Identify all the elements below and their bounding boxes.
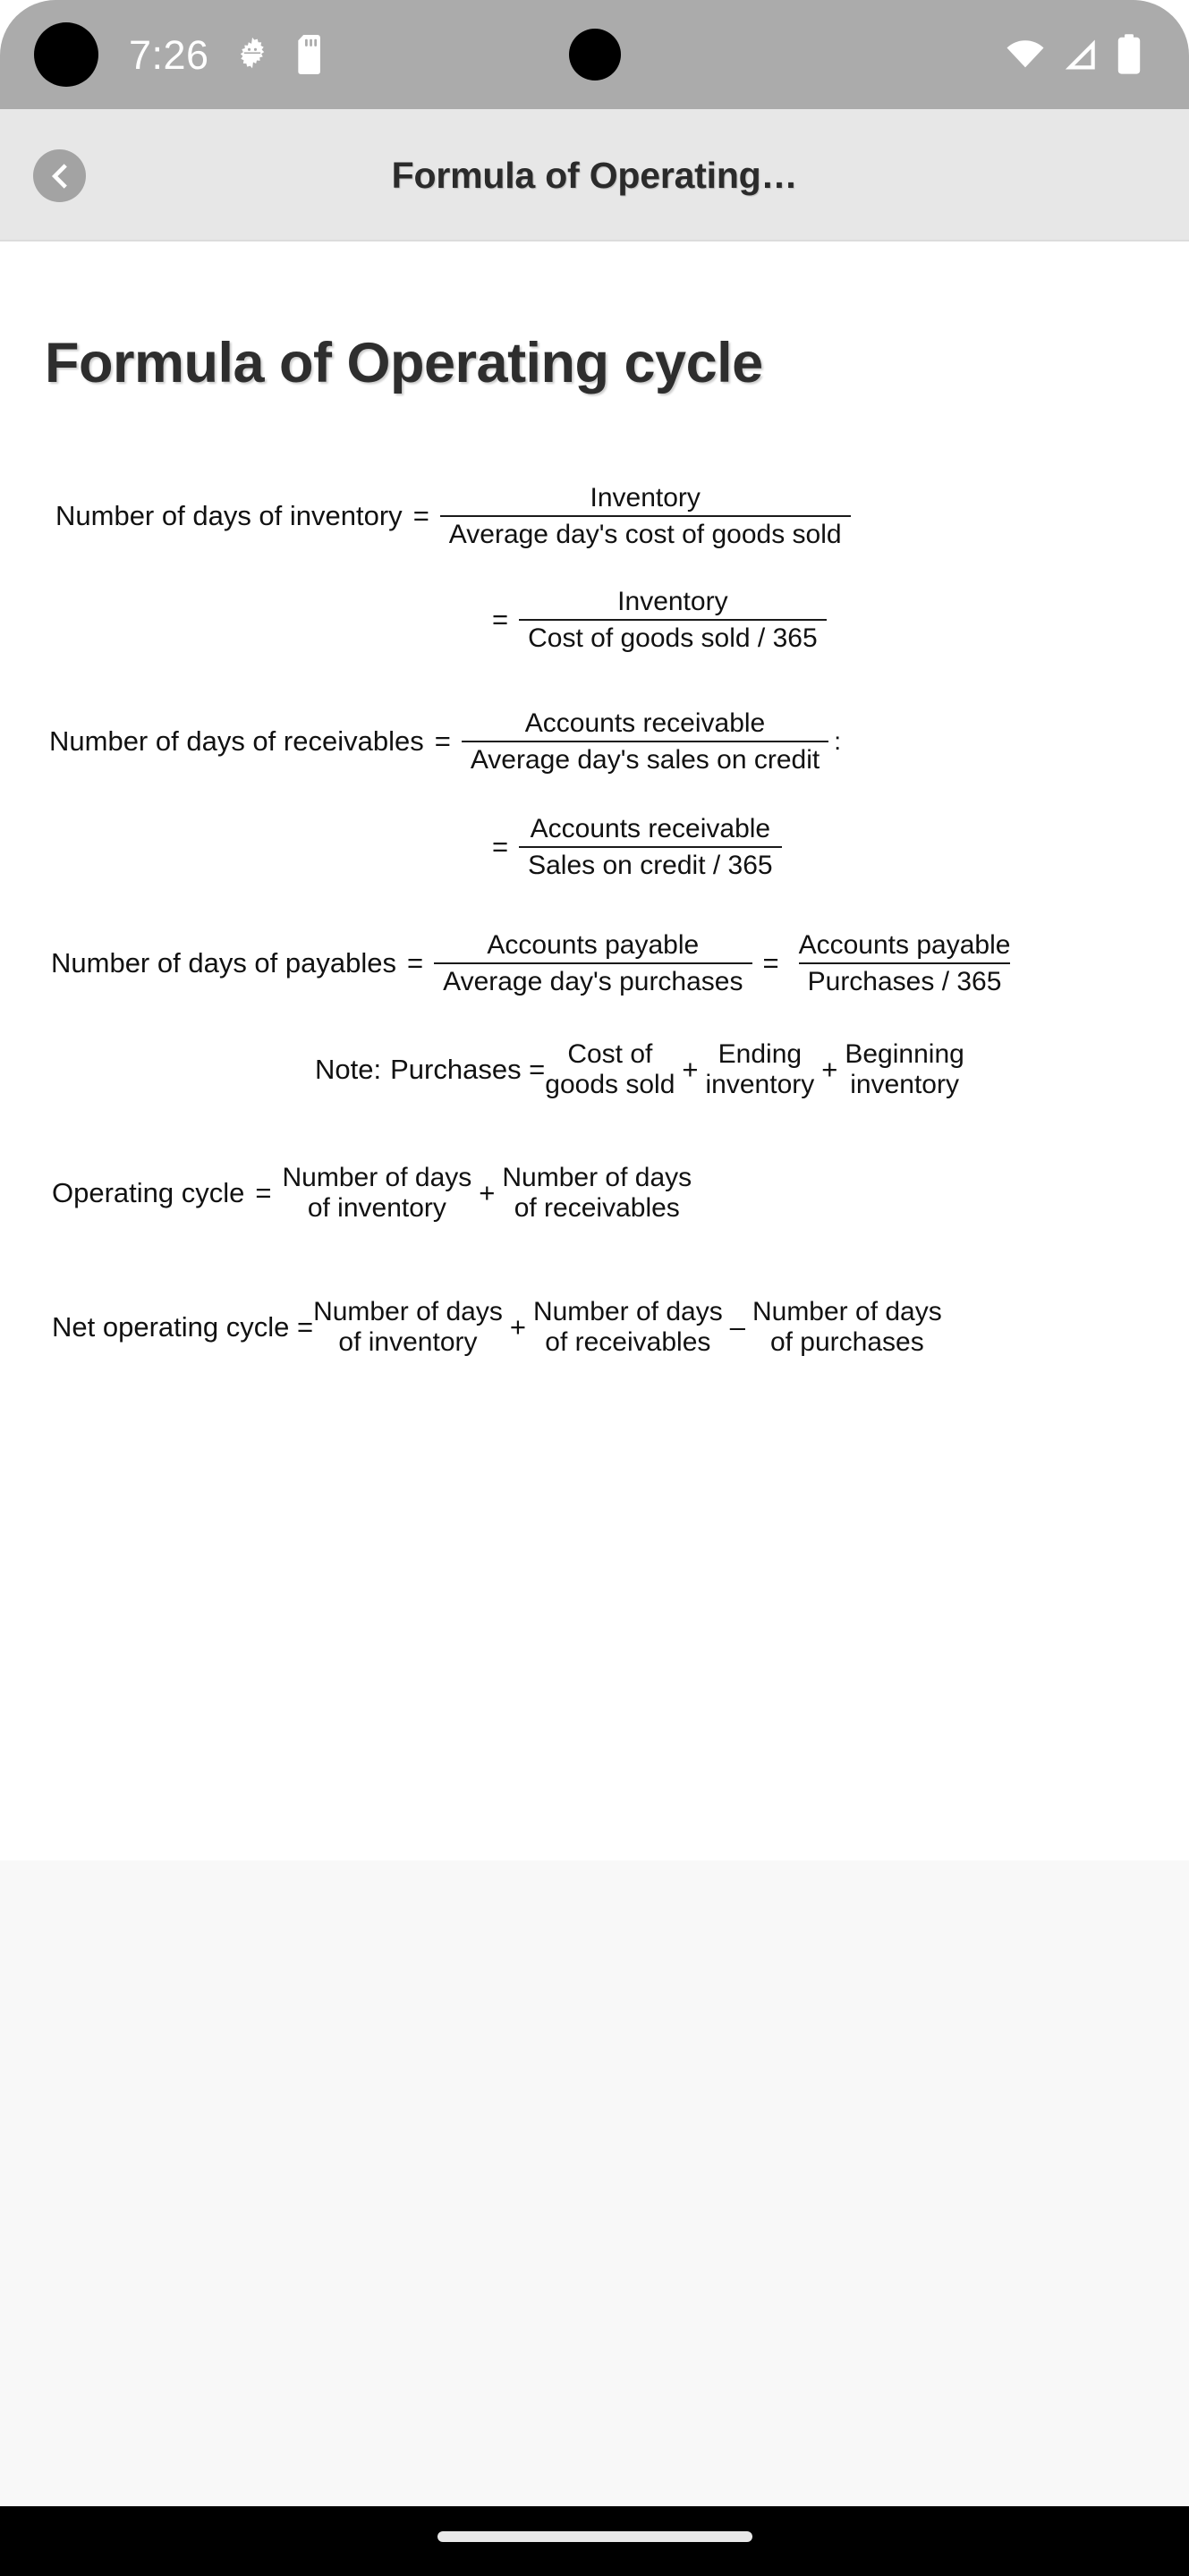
term-days-of-inventory: Number of days of inventory <box>283 1163 472 1224</box>
term-line-1: Number of days <box>282 1163 472 1192</box>
fraction-denominator: Sales on credit / 365 <box>519 845 782 881</box>
system-navigation-bar <box>0 2506 1189 2576</box>
formula-label: Number of days of receivables <box>49 725 424 758</box>
plus-sign: + <box>509 1311 526 1343</box>
equals-sign: = <box>407 947 424 979</box>
fraction-denominator: Average day's sales on credit <box>461 740 829 775</box>
term-days-of-receivables: Number of days of receivables <box>533 1297 723 1358</box>
bottom-empty-panel <box>0 1860 1189 2506</box>
term-line-1: Ending <box>718 1039 803 1069</box>
formula-label: Operating cycle <box>52 1177 245 1209</box>
formula-days-of-receivables-alt: = Accounts receivable Sales on credit / … <box>481 814 1189 880</box>
fraction-denominator: Average day's cost of goods sold <box>439 514 851 550</box>
term-line-1: Number of days <box>502 1163 692 1192</box>
app-bar: Formula of Operating… <box>0 109 1189 242</box>
equals-sign-second: = <box>762 947 779 979</box>
fraction-denominator: Average day's purchases <box>434 962 752 997</box>
term-line-2: of inventory <box>307 1193 446 1224</box>
formula-label: Purchases = <box>390 1054 546 1086</box>
formula-days-of-receivables: Number of days of receivables = Accounts… <box>49 708 1189 775</box>
formula-net-operating-cycle: Net operating cycle = Number of days of … <box>52 1297 1189 1358</box>
term-line-2: inventory <box>705 1070 815 1100</box>
fraction-numerator: Inventory <box>590 483 701 513</box>
battery-icon <box>1117 34 1141 74</box>
fraction-denominator: Purchases / 365 <box>798 962 1011 997</box>
fraction-denominator: Cost of goods sold / 365 <box>519 618 827 654</box>
term-line-2: inventory <box>850 1070 959 1100</box>
formula-label: Number of days of inventory <box>55 500 403 532</box>
plus-sign-second: + <box>821 1054 838 1086</box>
fraction: Accounts receivable Sales on credit / 36… <box>519 814 782 880</box>
fraction: Inventory Average day's cost of goods so… <box>439 483 851 550</box>
fraction-numerator: Accounts payable <box>798 930 1011 960</box>
status-bar: 7:26 <box>0 0 1189 109</box>
status-bar-left-group: 7:26 <box>34 0 327 109</box>
equals-sign: = <box>412 500 429 532</box>
android-debug-icon <box>240 37 264 69</box>
trailing-mark: : <box>834 727 841 756</box>
home-gesture-pill[interactable] <box>437 2531 752 2542</box>
term-line-2: of inventory <box>338 1327 478 1358</box>
formula-label: Number of days of payables <box>51 947 396 979</box>
term-line-1: Beginning <box>845 1039 964 1069</box>
fraction-numerator: Accounts receivable <box>524 708 766 738</box>
equals-sign: = <box>434 725 451 758</box>
term-line-2: of receivables <box>545 1327 711 1358</box>
cellular-signal-icon <box>1065 39 1095 70</box>
formula-days-of-inventory: Number of days of inventory = Inventory … <box>55 483 1189 549</box>
term-line-1: Number of days <box>752 1297 942 1326</box>
phone-screen: 7:26 Formula of Operating… Formula of Op… <box>0 0 1189 2576</box>
minus-sign: – <box>729 1311 745 1343</box>
formula-days-of-payables: Number of days of payables = Accounts pa… <box>51 930 1189 996</box>
fraction: Accounts payable Average day's purchases <box>434 930 752 996</box>
app-bar-title: Formula of Operating… <box>391 154 798 196</box>
fraction-numerator: Accounts receivable <box>530 814 771 843</box>
equals-sign: = <box>255 1177 272 1209</box>
term-days-of-purchases: Number of days of purchases <box>752 1297 942 1358</box>
formula-days-of-inventory-alt: = Inventory Cost of goods sold / 365 <box>481 587 1189 653</box>
term-line-1: Number of days <box>532 1297 723 1326</box>
content-area: Formula of Operating cycle Number of day… <box>0 242 1189 1860</box>
plus-sign: + <box>682 1054 699 1086</box>
equals-sign: = <box>492 831 509 863</box>
back-button[interactable] <box>33 149 86 202</box>
term-line-2: of receivables <box>514 1193 680 1224</box>
fraction: Accounts payable Purchases / 365 <box>790 930 1020 996</box>
term-line-2: goods sold <box>545 1070 675 1100</box>
status-bar-right-group <box>1005 0 1142 109</box>
chevron-left-icon <box>51 163 67 189</box>
term-line-1: Number of days <box>313 1297 503 1326</box>
term-beginning-inventory: Beginning inventory <box>845 1039 964 1100</box>
note-label: Note: <box>315 1054 382 1086</box>
term-cost-of-goods-sold: Cost of goods sold <box>545 1039 675 1100</box>
term-line-2: of purchases <box>769 1327 924 1358</box>
page-title: Formula of Operating cycle <box>45 332 763 394</box>
fraction: Accounts receivable Average day's sales … <box>461 708 829 775</box>
term-ending-inventory: Ending inventory <box>706 1039 815 1100</box>
status-bar-clock: 7:26 <box>129 31 209 78</box>
fraction-numerator: Accounts payable <box>487 930 700 960</box>
term-line-1: Cost of <box>567 1039 653 1069</box>
formula-label: Net operating cycle = <box>52 1311 314 1343</box>
term-days-of-inventory: Number of days of inventory <box>313 1297 503 1358</box>
camera-punch-hole <box>568 29 621 80</box>
formula-note-purchases: Note: Purchases = Cost of goods sold + E… <box>315 1039 1189 1100</box>
formula-operating-cycle: Operating cycle = Number of days of inve… <box>52 1163 1189 1224</box>
sd-card-icon <box>297 35 320 74</box>
term-days-of-receivables: Number of days of receivables <box>502 1163 692 1224</box>
wifi-icon <box>1006 40 1044 68</box>
fraction: Inventory Cost of goods sold / 365 <box>519 587 827 653</box>
equals-sign: = <box>492 604 509 636</box>
fraction-numerator: Inventory <box>617 587 728 616</box>
front-camera-dot <box>34 22 98 87</box>
plus-sign: + <box>479 1177 496 1209</box>
